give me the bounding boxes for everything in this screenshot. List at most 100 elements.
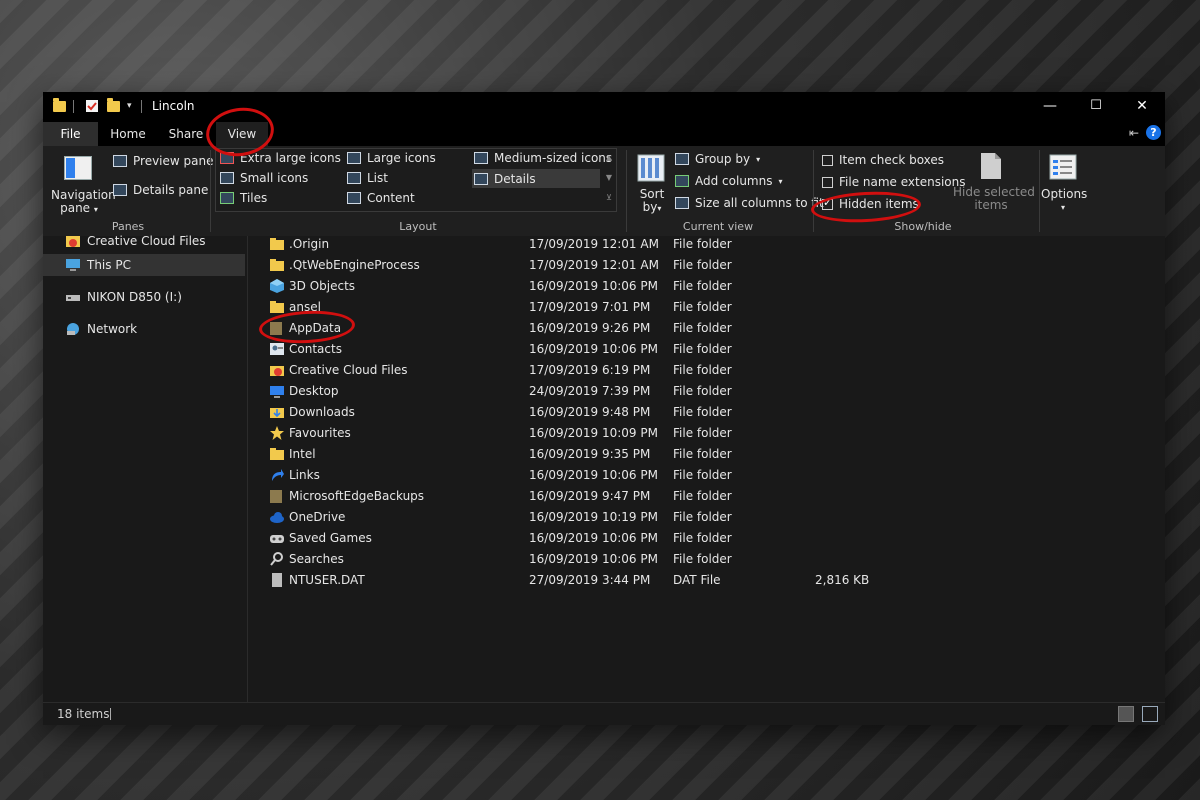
navigation-pane-button[interactable]: Navigation pane ▾ <box>51 189 116 216</box>
file-row[interactable]: 3D Objects 16/09/2019 10:06 PM File folder <box>248 276 1165 297</box>
item-check-boxes-checkbox[interactable] <box>822 154 833 166</box>
content-icon <box>347 192 361 204</box>
nav-item-nikon-drive[interactable]: NIKON D850 (I:) <box>43 286 245 308</box>
file-row[interactable]: Downloads 16/09/2019 9:48 PM File folder <box>248 402 1165 423</box>
file-date: 16/09/2019 9:47 PM <box>529 489 651 503</box>
nav-item-creative-cloud[interactable]: Creative Cloud Files <box>43 230 245 252</box>
layout-scroll-down-icon[interactable]: ▼ <box>604 173 614 182</box>
properties-icon[interactable] <box>85 98 99 114</box>
layout-label: Large icons <box>367 151 436 165</box>
layout-tiles[interactable]: Tiles <box>220 191 267 205</box>
group-separator <box>210 150 211 232</box>
file-date: 16/09/2019 9:48 PM <box>529 405 651 419</box>
file-date: 16/09/2019 10:06 PM <box>529 279 658 293</box>
file-row[interactable]: ansel 17/09/2019 7:01 PM File folder <box>248 297 1165 318</box>
hide-selected-icon[interactable] <box>979 152 1003 183</box>
file-row[interactable]: OneDrive 16/09/2019 10:19 PM File folder <box>248 507 1165 528</box>
layout-small-icons[interactable]: Small icons <box>220 171 308 185</box>
tab-home[interactable]: Home <box>100 122 156 146</box>
file-date: 17/09/2019 12:01 AM <box>529 237 659 251</box>
file-type: File folder <box>673 447 732 461</box>
customize-toolbar-icon[interactable]: ▾ <box>127 98 132 114</box>
file-row[interactable]: Creative Cloud Files 17/09/2019 6:19 PM Fi… <box>248 360 1165 381</box>
tab-share[interactable]: Share <box>160 122 212 146</box>
options-label: Options <box>1041 187 1088 201</box>
group-by-icon <box>675 153 689 165</box>
layout-details[interactable]: Details <box>472 169 600 188</box>
nav-item-label: This PC <box>87 258 131 272</box>
close-button[interactable]: ✕ <box>1119 92 1165 120</box>
details-view-button[interactable] <box>1118 706 1134 722</box>
medium-icons-icon <box>474 152 488 164</box>
folder-icon <box>270 237 284 251</box>
large-icons-view-button[interactable] <box>1142 706 1158 722</box>
navigation-pane-icon[interactable] <box>64 156 92 183</box>
layout-list[interactable]: List <box>347 171 388 185</box>
file-row[interactable]: Searches 16/09/2019 10:06 PM File folder <box>248 549 1165 570</box>
layout-scroll-up-icon[interactable]: ▲ <box>604 153 614 162</box>
file-row[interactable]: Intel 16/09/2019 9:35 PM File folder <box>248 444 1165 465</box>
layout-label: Details <box>494 171 536 186</box>
size-all-columns-button[interactable]: Size all columns to fit <box>675 196 824 210</box>
group-by-label: Group by <box>695 152 751 166</box>
file-row[interactable]: Desktop 24/09/2019 7:39 PM File folder <box>248 381 1165 402</box>
nav-item-this-pc[interactable]: This PC <box>43 254 245 276</box>
add-columns-button[interactable]: Add columns ▾ <box>675 174 783 188</box>
file-type: File folder <box>673 468 732 482</box>
file-row[interactable]: Saved Games 16/09/2019 10:06 PM File folde… <box>248 528 1165 549</box>
file-row[interactable]: NTUSER.DAT 27/09/2019 3:44 PM DAT File 2,81… <box>248 570 1165 591</box>
file-explorer-window: ▾ Lincoln — ☐ ✕ File Home Share View ⇤ ?… <box>43 92 1165 725</box>
hidden-items-checkbox[interactable] <box>822 196 833 210</box>
new-folder-icon[interactable] <box>107 97 120 114</box>
file-date: 24/09/2019 7:39 PM <box>529 384 651 398</box>
nav-item-label: Network <box>87 322 138 336</box>
file-date: 17/09/2019 12:01 AM <box>529 258 659 272</box>
file-row[interactable]: Links 16/09/2019 10:06 PM File folder <box>248 465 1165 486</box>
maximize-button[interactable]: ☐ <box>1073 92 1119 120</box>
tab-view[interactable]: View <box>216 122 268 146</box>
file-type: File folder <box>673 510 732 524</box>
minimize-button[interactable]: — <box>1027 92 1073 120</box>
file-name: Intel <box>289 447 316 461</box>
file-icon <box>270 573 284 587</box>
file-name: Links <box>289 468 320 482</box>
file-row[interactable]: MicrosoftEdgeBackups 16/09/2019 9:47 PM Fi… <box>248 486 1165 507</box>
layout-content[interactable]: Content <box>347 191 415 205</box>
3d-objects-icon <box>270 279 284 293</box>
group-separator <box>813 150 814 232</box>
file-row[interactable]: AppData 16/09/2019 9:26 PM File folder <box>248 318 1165 339</box>
file-name-extensions-checkbox[interactable] <box>822 176 833 188</box>
tab-file[interactable]: File <box>43 122 98 146</box>
layout-medium-icons[interactable]: Medium-sized icons <box>474 151 612 165</box>
details-pane-button[interactable]: Details pane <box>113 183 208 197</box>
creative-cloud-icon <box>270 363 284 377</box>
help-icon[interactable]: ? <box>1146 125 1161 140</box>
file-name-extensions-toggle[interactable]: File name extensions <box>822 175 966 189</box>
file-row[interactable]: Favourites 16/09/2019 10:09 PM File folder <box>248 423 1165 444</box>
file-row[interactable]: Contacts 16/09/2019 10:06 PM File folder <box>248 339 1165 360</box>
links-icon <box>270 468 284 482</box>
options-icon[interactable] <box>1049 154 1077 183</box>
group-by-button[interactable]: Group by ▾ <box>675 152 760 166</box>
layout-large-icons[interactable]: Large icons <box>347 151 436 165</box>
hidden-items-toggle[interactable]: Hidden items <box>822 196 919 211</box>
options-button[interactable]: Options ▾ <box>1041 187 1088 214</box>
file-row[interactable]: .QtWebEngineProcess 17/09/2019 12:01 AM Fi… <box>248 255 1165 276</box>
preview-pane-button[interactable]: Preview pane <box>113 154 213 168</box>
sort-by-icon[interactable] <box>637 154 665 185</box>
hide-selected-label-2: items <box>974 198 1008 212</box>
file-type: File folder <box>673 426 732 440</box>
item-check-boxes-toggle[interactable]: Item check boxes <box>822 153 944 167</box>
hide-selected-items-button[interactable]: Hide selected items <box>953 186 1035 212</box>
layout-expand-icon[interactable]: ⊻ <box>604 193 614 202</box>
large-icons-icon <box>347 152 361 164</box>
pin-ribbon-icon[interactable]: ⇤ <box>1129 126 1139 140</box>
nav-item-network[interactable]: Network <box>43 318 245 340</box>
file-name: Desktop <box>289 384 339 398</box>
file-row[interactable]: .Origin 17/09/2019 12:01 AM File folder <box>248 236 1165 255</box>
layout-extra-large-icons[interactable]: Extra large icons <box>220 151 341 165</box>
item-check-boxes-label: Item check boxes <box>839 153 945 167</box>
ribbon: Navigation pane ▾ Preview pane Details p… <box>43 146 1165 237</box>
file-date: 27/09/2019 3:44 PM <box>529 573 651 587</box>
sort-by-button[interactable]: Sort by▾ <box>637 188 667 215</box>
